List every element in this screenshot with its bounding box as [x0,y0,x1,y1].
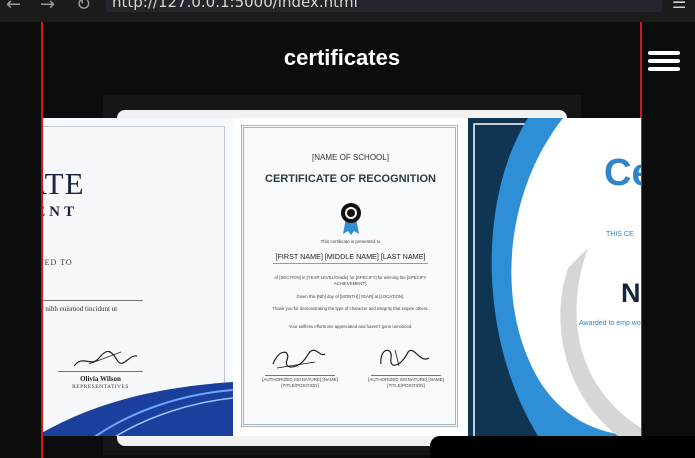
right-signature-icon [380,349,430,367]
achievement-text: of [SECTION] in [YEAR LEVEL/Grade] for [… [274,275,427,286]
school-name: [NAME OF SCHOOL] [312,153,389,162]
certificate-card-1[interactable]: CATE EMENT PRESENTED TO ilva tam nonummy… [43,118,233,436]
certificate-heading: Ce [604,152,641,194]
character-text: Thank you for demonstrating the type of … [272,306,429,311]
right-signature-line [371,375,441,376]
certificate-carousel[interactable]: CATE EMENT PRESENTED TO ilva tam nonummy… [43,110,641,446]
certificate-card-2[interactable]: [NAME OF SCHOOL] CERTIFICATE OF RECOGNIT… [233,118,468,436]
browser-menu-icon[interactable]: ☰ [672,0,686,12]
certificate-card-3[interactable]: Ce THIS CE N Awarded to emp wor [468,118,641,436]
certificate-subheading: EMENT [43,204,79,220]
awarded-text: Awarded to emp wor [579,320,641,327]
left-signature-label: [AUTHORIZED SIGNATURE] [NAME] [TITLE/POS… [262,377,338,388]
recipient-name: N [621,278,641,308]
certificate-body-text: tam nonummy nibh euismod tincidunt ut vo… [43,305,118,313]
certificate-heading: CATE [43,166,85,201]
arrow-left-icon[interactable]: ← [6,0,21,15]
certificate-subheading: THIS CE [606,231,634,238]
blue-wave-decoration [43,382,233,436]
page-title: certificates [283,45,401,70]
hamburger-icon[interactable] [648,51,680,71]
left-signature-line [265,375,335,376]
browser-toolbar: ← → ↻ http://127.0.0.1:5000/index.html ☰ [0,0,695,22]
arrow-right-icon[interactable]: → [40,0,55,15]
reload-icon[interactable]: ↻ [76,0,91,15]
left-signature-icon [272,349,326,369]
address-bar[interactable]: http://127.0.0.1:5000/index.html [106,0,662,12]
name-underline [43,300,143,301]
recipient-name-placeholder: [FIRST NAME] [MIDDLE NAME] [LAST NAME] [275,252,426,261]
right-signature-label: [AUTHORIZED SIGNATURE] [NAME] [TITLE/POS… [368,377,444,388]
appreciation-text: Your selfless efforts are appreciated an… [288,324,413,329]
certificate-title: CERTIFICATE OF RECOGNITION [265,173,436,185]
rosette-icon [341,203,361,235]
presented-to-text: This certificate is presented to [320,239,381,244]
name-underline [273,263,428,264]
date-location-text: Given this [Nth] day of [MONTH] [YEAR] a… [296,294,405,299]
presented-to-label: PRESENTED TO [43,258,73,267]
bottom-overlay-panel [430,436,695,458]
